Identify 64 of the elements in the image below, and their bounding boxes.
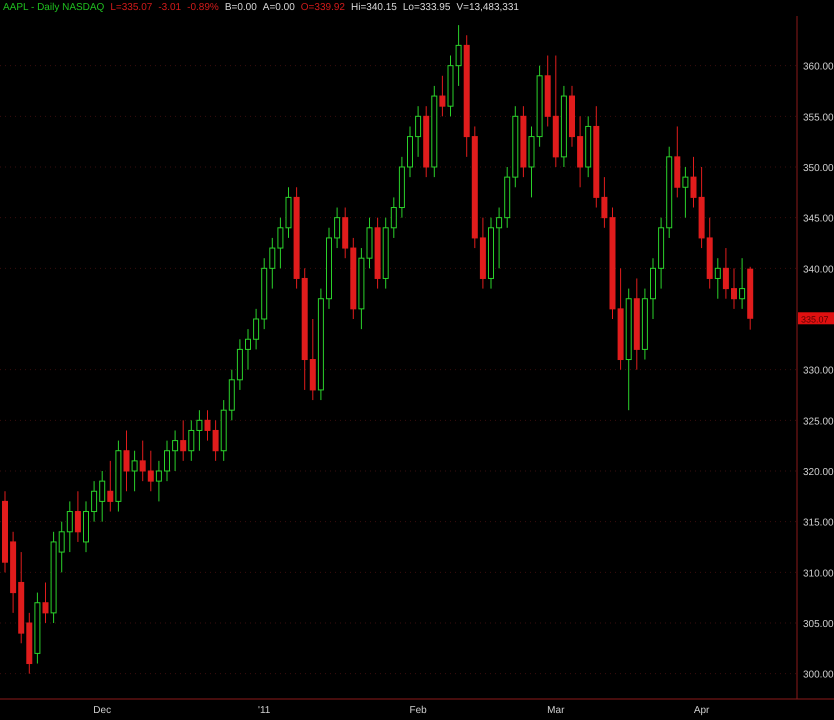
- last-price-tag: 335.07: [798, 312, 834, 324]
- candlestick: [180, 420, 186, 462]
- candlestick: [456, 24, 462, 86]
- candlestick: [722, 248, 729, 300]
- date-label: Feb: [409, 704, 427, 716]
- price-label: 320.00: [803, 466, 834, 478]
- quote-value: -0.89%: [187, 2, 219, 15]
- quote-value: O=339.92: [300, 2, 345, 15]
- candlestick: [253, 308, 260, 350]
- candlestick: [99, 470, 106, 522]
- candlestick: [107, 460, 114, 512]
- candlestick: [496, 206, 502, 269]
- candlestick: [148, 450, 154, 492]
- quote-value: A=0.00: [262, 2, 295, 15]
- candlestick: [601, 176, 608, 228]
- candlestick: [74, 490, 81, 542]
- price-label: 360.00: [803, 62, 834, 73]
- price-label: 350.00: [803, 162, 834, 174]
- quote-value: B=0.00: [224, 2, 257, 15]
- candlestick: [132, 450, 138, 492]
- price-label: 340.00: [803, 264, 834, 276]
- candlestick: [58, 521, 65, 573]
- candlestick: [42, 582, 48, 624]
- candlestick: [156, 460, 162, 502]
- date-label: '11: [258, 704, 270, 716]
- price-label: 300.00: [803, 670, 834, 681]
- candlestick: [164, 440, 170, 482]
- candlestick: [690, 156, 696, 208]
- date-label: Apr: [694, 704, 710, 716]
- candlestick: [731, 268, 737, 310]
- quote-value: Hi=340.15: [351, 2, 397, 15]
- candlestick: [204, 410, 210, 442]
- candlestick: [91, 480, 98, 522]
- candlestick: [277, 217, 284, 269]
- price-label: 315.00: [803, 518, 834, 529]
- candlestick: [172, 430, 178, 472]
- date-label: Dec: [93, 704, 112, 716]
- date-label: Mar: [547, 704, 564, 716]
- quote-value: L=335.07: [110, 2, 152, 15]
- candlestick: [390, 196, 397, 238]
- candlestick: [334, 206, 340, 249]
- price-label: 305.00: [803, 618, 834, 630]
- candlestick: [124, 430, 130, 492]
- price-label: 355.00: [803, 112, 834, 124]
- candlestick: [682, 166, 688, 218]
- candlestick: [66, 500, 73, 553]
- candlestick: [415, 106, 422, 158]
- candlestick: [196, 410, 202, 452]
- quote-value: Lo=333.95: [402, 2, 450, 15]
- quote-value: V=13,483,331: [456, 2, 519, 15]
- candlestick: [714, 258, 721, 300]
- price-label: 310.00: [803, 568, 834, 580]
- price-label: 325.00: [803, 416, 834, 428]
- candlestick: [269, 237, 276, 290]
- price-label: 330.00: [803, 366, 834, 377]
- quote-value: -3.01: [158, 2, 182, 15]
- candlestick: [212, 420, 219, 462]
- price-label: 345.00: [803, 214, 834, 225]
- chart-title: AAPL - Daily NASDAQ: [3, 2, 104, 15]
- candlestick: [245, 328, 251, 370]
- candlestick: [439, 75, 446, 117]
- candlestick: [140, 440, 146, 482]
- candlestick: [188, 420, 194, 462]
- candlestick: [739, 258, 746, 310]
